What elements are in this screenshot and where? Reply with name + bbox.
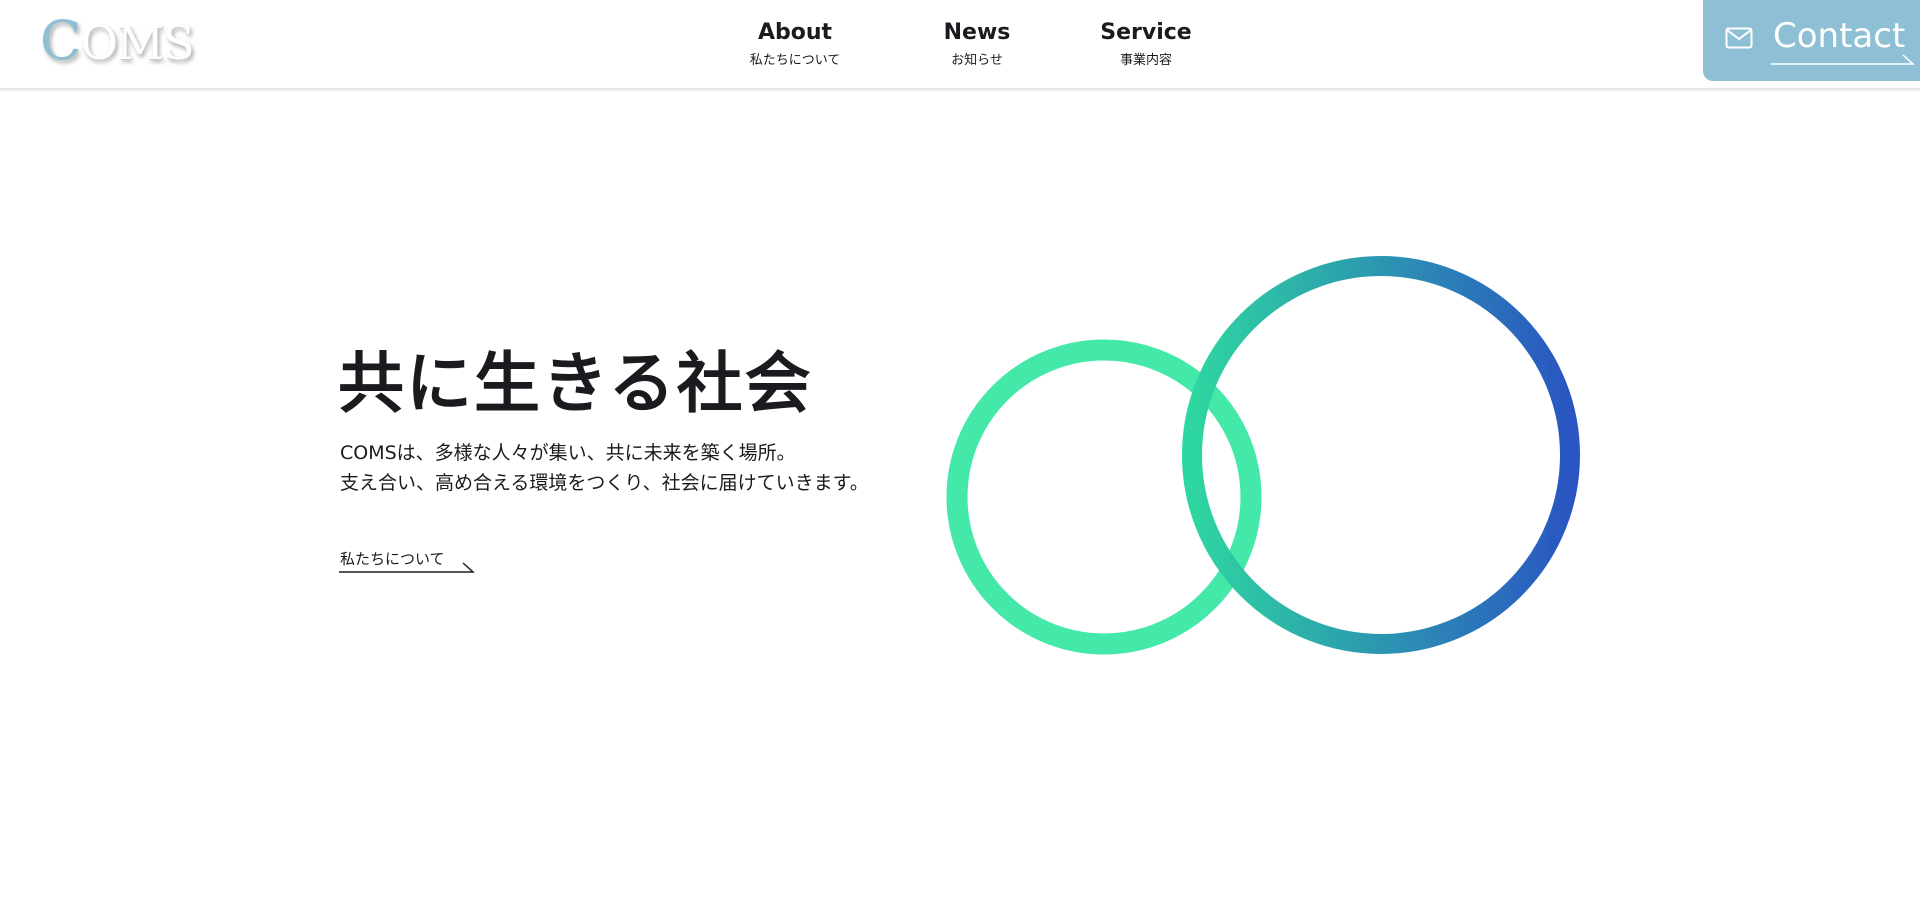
nav-label-ja: 私たちについて bbox=[749, 53, 841, 68]
nav-item-service[interactable]: Service 事業内容 bbox=[1091, 18, 1201, 71]
contact-underline-arrow bbox=[1771, 54, 1915, 65]
nav-label-en: News bbox=[943, 20, 1011, 45]
hero-description: COMSは、多様な人々が集い、共に未来を築く場所。 支え合い、高め合える環境をつ… bbox=[340, 438, 869, 498]
interlocking-circles-graphic bbox=[946, 256, 1580, 655]
main-nav: About 私たちについて News お知らせ Service 事業内容 bbox=[0, 18, 1920, 78]
arrow-right-icon bbox=[339, 562, 475, 573]
about-link[interactable]: 私たちについて bbox=[339, 548, 475, 578]
hero-description-line: 支え合い、高め合える環境をつくり、社会に届けていきます。 bbox=[340, 472, 869, 494]
nav-label-ja: 事業内容 bbox=[1119, 53, 1172, 68]
nav-label-en: Service bbox=[1100, 20, 1192, 45]
site-header: COMS About 私たちについて News お知らせ Service 事業内… bbox=[0, 0, 1920, 89]
nav-item-about[interactable]: About 私たちについて bbox=[740, 18, 850, 71]
nav-label-en: About bbox=[757, 20, 833, 45]
nav-item-news[interactable]: News お知らせ bbox=[922, 18, 1032, 71]
mail-icon bbox=[1725, 27, 1753, 49]
contact-button[interactable]: Contact bbox=[1703, 0, 1920, 81]
nav-label-ja: お知らせ bbox=[951, 53, 1003, 68]
hero-description-line: COMSは、多様な人々が集い、共に未来を築く場所。 bbox=[340, 442, 796, 464]
hero-title: 共に生きる社会 bbox=[338, 345, 813, 422]
